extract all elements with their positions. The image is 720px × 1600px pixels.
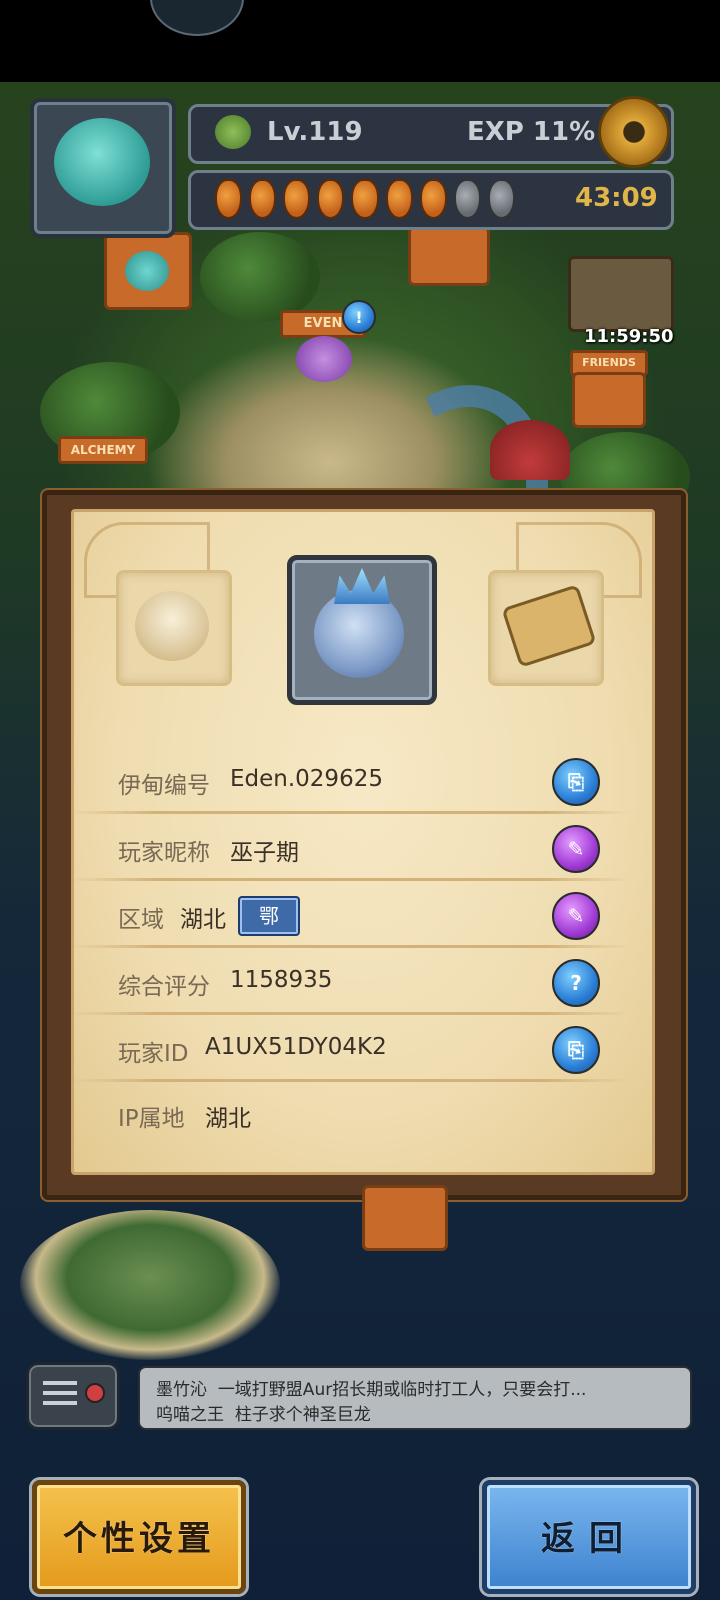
scroll-slot[interactable] [488,570,604,686]
energy-carrots [215,179,515,219]
settings-button-label: 个性设置 [63,1519,215,1559]
feather-emblem-icon [135,591,209,661]
row-value: 湖北 [205,1106,251,1132]
alert-badge-icon: ! [342,300,376,334]
exp-text: EXP 11% [467,117,596,147]
back-button-label: 返回 [541,1519,637,1559]
chat-message: 墨竹沁 一域打野盟Aur招长期或临时打工人，只要会打... [156,1375,586,1400]
carrot-icon [317,179,345,219]
friends-building[interactable]: FRIENDS [570,350,648,428]
carrot-icon [385,179,413,219]
copy-icon: ⎘ [568,1038,584,1062]
row-region: 区域 湖北 鄂 ✎ [70,884,630,948]
event-mascot-icon [296,336,352,382]
row-ip-location: IP属地 湖北 [70,1083,630,1147]
player-avatar[interactable] [30,98,176,238]
chat-user: 墨竹沁 [156,1380,207,1400]
row-label: 玩家昵称 [118,840,210,866]
chat-text: 柱子求个神圣巨龙 [234,1405,371,1425]
row-label: 综合评分 [118,974,210,1000]
chat-box[interactable]: 墨竹沁 一域打野盟Aur招长期或临时打工人，只要会打... 呜喵之王 柱子求个神… [138,1366,692,1430]
scroll-icon [501,584,597,668]
chat-user: 呜喵之王 [156,1405,224,1425]
carrot-icon [487,179,515,219]
energy-bar: 43:09 [188,170,674,230]
copy-button[interactable]: ⎘ [552,758,600,806]
tree-level-icon [215,115,251,149]
row-value: 1158935 [230,967,333,993]
crown-icon [334,568,390,604]
radio-icon[interactable] [26,1362,120,1430]
energy-timer: 43:09 [575,183,658,213]
chat-message: 呜喵之王 柱子求个神圣巨龙 [156,1400,371,1425]
divider [70,945,630,948]
copy-button[interactable]: ⎘ [552,1026,600,1074]
row-eden-id: 伊甸编号 Eden.029625 ⎘ [70,750,630,814]
region-tag: 鄂 [238,896,300,936]
speaker-grille [43,1381,77,1385]
friends-timer: 11:59:50 [584,326,674,347]
row-nickname: 玩家昵称 巫子期 ✎ [70,817,630,881]
row-value: 湖北 [180,907,226,933]
treasure-chest-icon[interactable] [568,256,674,332]
tree-icon [200,232,320,322]
carrot-icon [215,179,243,219]
row-label: IP属地 [118,1106,185,1132]
level-text: Lv.119 [267,117,363,147]
divider [70,878,630,881]
blob-icon [125,251,169,291]
record-dot [85,1383,105,1403]
edit-icon: ✎ [567,837,585,861]
top-bar [0,0,720,82]
divider [70,811,630,814]
edit-button[interactable]: ✎ [552,825,600,873]
edit-button[interactable]: ✎ [552,892,600,940]
divider [70,1079,630,1082]
copy-icon: ⎘ [568,770,584,794]
divider [70,1012,630,1015]
emblem-slot[interactable] [116,570,232,686]
row-label: 伊甸编号 [118,773,210,799]
settings-button[interactable]: 个性设置 [32,1480,246,1594]
island[interactable] [20,1210,280,1360]
barrels-icon [572,372,646,428]
row-label: 玩家ID [118,1041,189,1067]
circus-tent-icon[interactable] [490,420,570,480]
back-button[interactable]: 返回 [482,1480,696,1594]
profile-portrait[interactable] [287,555,437,705]
event-building[interactable]: EVEN ! [280,300,376,390]
alchemy-label[interactable]: ALCHEMY [58,436,148,464]
gear-icon[interactable] [598,96,670,168]
carrot-icon [283,179,311,219]
carrot-icon [351,179,379,219]
help-icon: ? [570,971,582,995]
row-value: A1UX51DY04K2 [205,1034,387,1060]
carrot-icon [249,179,277,219]
edit-icon: ✎ [567,904,585,928]
carrot-icon [419,179,447,219]
avatar [54,118,150,206]
row-score: 综合评分 1158935 ? [70,951,630,1015]
row-value: Eden.029625 [230,766,383,792]
chat-text: 一域打野盟Aur招长期或临时打工人，只要会打... [217,1380,587,1400]
market-building[interactable] [408,226,490,286]
carrot-icon [453,179,481,219]
shop-building[interactable] [104,232,192,310]
row-value: 巫子期 [230,840,299,866]
help-button[interactable]: ? [552,959,600,1007]
row-label: 区域 [118,907,164,933]
house-icon[interactable] [362,1185,448,1251]
row-player-id: 玩家ID A1UX51DY04K2 ⎘ [70,1018,630,1082]
